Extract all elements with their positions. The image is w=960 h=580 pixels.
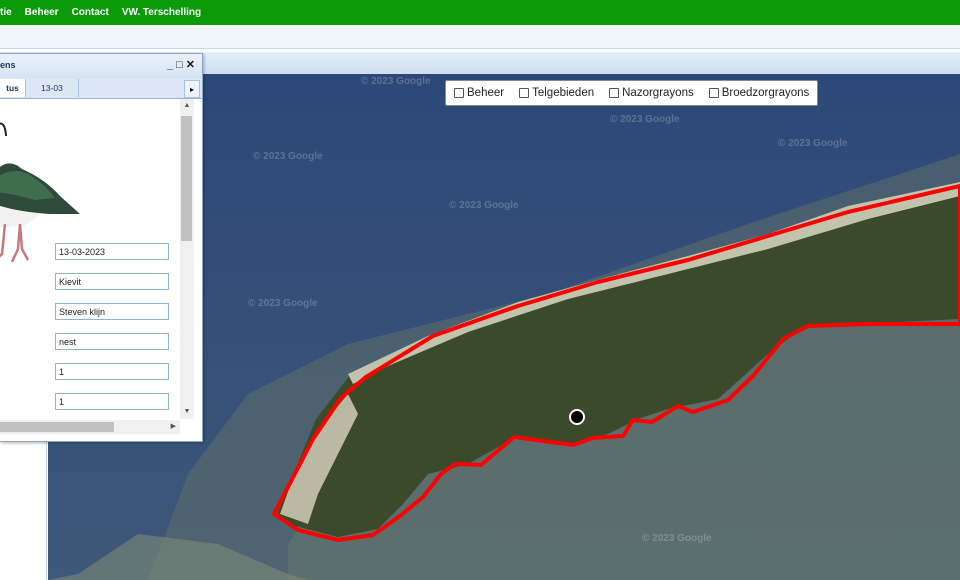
observation-window: ens _ □ ✕ tus 13-03 ▸ 13-03-2023 Kievit … <box>0 53 203 442</box>
main-menu: tie Beheer Contact VW. Terschelling <box>0 0 214 25</box>
horizontal-scrollbar[interactable]: ▶ <box>0 420 180 434</box>
google-watermark: © 2023 Google <box>449 200 519 211</box>
layer-label: Nazorgrayons <box>622 87 694 99</box>
maximize-icon[interactable]: □ <box>176 58 183 72</box>
window-content: 13-03-2023 Kievit Steven klijn nest 1 1 <box>0 99 180 419</box>
secondary-toolbar <box>0 28 960 49</box>
count-field[interactable]: 1 <box>55 393 169 410</box>
tab-date[interactable]: 13-03 <box>26 79 79 97</box>
google-watermark: © 2023 Google <box>642 533 712 544</box>
google-watermark: © 2023 Google <box>778 138 848 149</box>
layer-label: Broedzorgrayons <box>721 87 810 99</box>
tab-status[interactable]: tus <box>0 79 26 97</box>
checkbox-icon[interactable] <box>519 88 530 98</box>
count-field[interactable]: 1 <box>55 363 169 380</box>
layer-toggle-beheer[interactable]: Beheer <box>454 87 504 99</box>
close-icon[interactable]: ✕ <box>186 58 195 72</box>
checkbox-icon[interactable] <box>609 88 620 98</box>
menu-item-beheer[interactable]: Beheer <box>25 7 59 18</box>
window-titlebar[interactable]: ens _ □ ✕ <box>0 54 202 78</box>
tab-scroll-right-icon[interactable]: ▸ <box>184 80 200 98</box>
top-navigation-bar: tie Beheer Contact VW. Terschelling <box>0 0 960 25</box>
google-watermark: © 2023 Google <box>253 151 323 162</box>
google-watermark: © 2023 Google <box>248 298 318 309</box>
type-field[interactable]: nest <box>55 333 169 350</box>
menu-item-vvv-terschelling[interactable]: VW. Terschelling <box>122 7 201 18</box>
checkbox-icon[interactable] <box>708 88 719 98</box>
google-watermark: © 2023 Google <box>361 76 431 87</box>
menu-item-contact[interactable]: Contact <box>72 7 109 18</box>
minimize-icon[interactable]: _ <box>167 58 173 72</box>
date-field[interactable]: 13-03-2023 <box>55 243 169 260</box>
google-watermark: © 2023 Google <box>610 114 680 125</box>
layer-label: Telgebieden <box>532 87 595 99</box>
scroll-right-icon[interactable]: ▶ <box>171 420 176 434</box>
species-field[interactable]: Kievit <box>55 273 169 290</box>
layer-toggle-broedzorgrayons[interactable]: Broedzorgrayons <box>708 87 810 99</box>
menu-item-tie[interactable]: tie <box>0 7 12 18</box>
lapwing-bird-icon <box>0 122 80 263</box>
window-tabs: tus 13-03 ▸ <box>0 78 202 99</box>
scroll-down-icon[interactable]: ▼ <box>180 405 194 419</box>
observer-field[interactable]: Steven klijn <box>55 303 169 320</box>
window-title: ens <box>0 60 16 70</box>
checkbox-icon[interactable] <box>454 88 464 98</box>
vertical-scrollbar[interactable]: ▲ ▼ <box>180 99 194 419</box>
location-marker-icon[interactable] <box>569 409 585 425</box>
scroll-thumb[interactable] <box>0 422 114 432</box>
layer-label: Beheer <box>467 87 505 99</box>
layer-toggle-nazorgrayons[interactable]: Nazorgrayons <box>609 87 694 99</box>
layer-toggle-telgebieden[interactable]: Telgebieden <box>519 87 594 99</box>
layer-toggle-panel: Beheer Telgebieden Nazorgrayons Broedzor… <box>445 80 819 106</box>
scroll-up-icon[interactable]: ▲ <box>180 99 194 113</box>
scroll-thumb[interactable] <box>181 116 192 241</box>
window-controls: _ □ ✕ <box>164 58 195 72</box>
